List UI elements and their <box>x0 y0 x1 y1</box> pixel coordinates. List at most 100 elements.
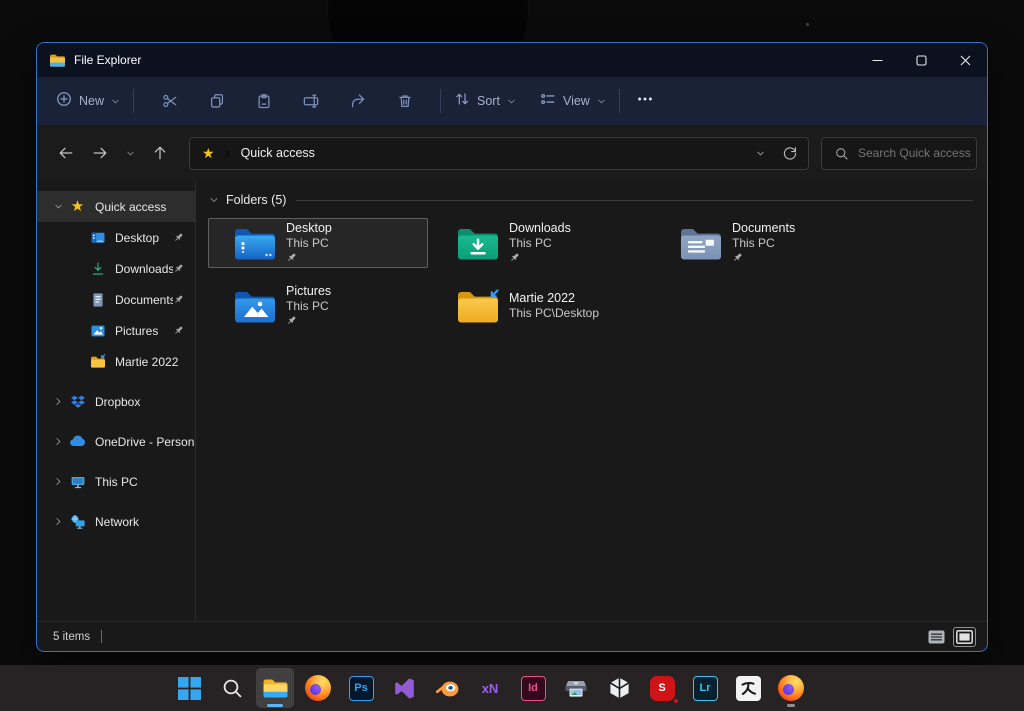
sidebar-item-this-pc[interactable]: This PC <box>37 466 195 497</box>
sort-button-label: Sort <box>477 94 500 108</box>
back-button[interactable] <box>57 144 75 162</box>
running-indicator <box>267 704 283 707</box>
taskbar-unity-button[interactable] <box>600 668 638 708</box>
rename-icon <box>302 92 320 110</box>
taskbar-lightroom-button[interactable]: Lr <box>686 668 724 708</box>
copy-button[interactable] <box>208 92 226 110</box>
quick-access-star-icon: ★ <box>202 146 215 160</box>
folder-tile-downloads[interactable]: DownloadsThis PC <box>431 218 651 268</box>
up-button[interactable] <box>151 144 169 162</box>
sidebar-item-network[interactable]: Network <box>37 506 195 537</box>
address-bar[interactable]: ★ Quick access <box>189 137 809 170</box>
taskbar-blender-button[interactable] <box>428 668 466 708</box>
document-icon <box>89 291 106 308</box>
pictures-icon <box>89 322 106 339</box>
titlebar[interactable]: File Explorer <box>37 43 987 77</box>
group-header[interactable]: Folders (5) <box>208 193 979 207</box>
breadcrumb-chevron-icon <box>222 148 233 159</box>
chevron-right-icon[interactable] <box>47 436 69 447</box>
address-row: ★ Quick access <box>37 125 987 181</box>
pin-icon <box>173 232 184 243</box>
substance-icon: S <box>650 676 675 701</box>
desktop-icon <box>89 229 106 246</box>
app-folder-icon <box>49 53 66 68</box>
cut-button[interactable] <box>161 92 179 110</box>
sidebar-item-documents[interactable]: Documents <box>37 284 195 315</box>
chevron-right-icon[interactable] <box>47 476 69 487</box>
sidebar-nav: ★Quick accessDesktopDownloads Documents Pi… <box>37 181 195 621</box>
breadcrumb[interactable]: Quick access <box>241 146 315 160</box>
file-explorer-icon <box>262 675 289 702</box>
chevron-down-icon[interactable] <box>47 201 69 212</box>
folder-tile-pictures[interactable]: PicturesThis PC <box>208 281 428 331</box>
paste-button[interactable] <box>255 92 273 110</box>
scanner-icon <box>563 675 589 701</box>
folder-tile-documents[interactable]: DocumentsThis PC <box>654 218 874 268</box>
sidebar-item-dropbox[interactable]: Dropbox <box>37 386 195 417</box>
pin-icon <box>173 294 184 305</box>
view-button-label: View <box>563 94 590 108</box>
chevron-right-icon[interactable] <box>47 396 69 407</box>
chevron-right-icon[interactable] <box>47 516 69 527</box>
folder-tile-martie-2022[interactable]: Martie 2022This PC\Desktop <box>431 281 651 331</box>
taskbar-visual-studio-button[interactable] <box>385 668 423 708</box>
sidebar-item-downloads[interactable]: Downloads <box>37 253 195 284</box>
taskbar-indesign-button[interactable]: Id <box>514 668 552 708</box>
taskbar-zbrush-button[interactable] <box>729 668 767 708</box>
sidebar-item-martie-2022[interactable]: Martie 2022 <box>37 346 195 377</box>
folder-name: Documents <box>732 221 795 236</box>
folder-tile-desktop[interactable]: DesktopThis PC <box>208 218 428 268</box>
see-more-button[interactable] <box>636 90 654 113</box>
sort-button[interactable]: Sort <box>453 90 517 113</box>
details-view-button[interactable] <box>926 628 947 646</box>
taskbar-scanner-button[interactable] <box>557 668 595 708</box>
rename-button[interactable] <box>302 92 320 110</box>
desktop-background: File Explorer New <box>0 0 1024 711</box>
taskbar-firefox-button[interactable] <box>299 668 337 708</box>
taskbar-file-explorer-button[interactable] <box>256 668 294 708</box>
folder-name: Martie 2022 <box>509 291 599 306</box>
refresh-button[interactable] <box>782 145 798 161</box>
folder-location: This PC <box>509 236 571 251</box>
taskbar-apps: Ps xNId S Lr <box>170 668 810 708</box>
folder-location: This PC <box>286 299 331 314</box>
sidebar-item-desktop[interactable]: Desktop <box>37 222 195 253</box>
maximize-button[interactable] <box>899 43 943 77</box>
group-collapse-chevron-icon[interactable] <box>208 194 220 206</box>
forward-button[interactable] <box>91 144 109 162</box>
dropbox-icon <box>69 393 86 410</box>
taskbar-xnview-button[interactable]: xN <box>471 668 509 708</box>
photoshop-icon: Ps <box>349 676 374 701</box>
taskbar-search-button[interactable] <box>213 668 251 708</box>
sidebar-item-label: Documents <box>115 293 173 307</box>
minimize-button[interactable] <box>855 43 899 77</box>
running-indicator <box>787 704 795 707</box>
sidebar-item-quick-access[interactable]: ★Quick access <box>37 191 195 222</box>
new-button[interactable]: New <box>55 90 121 113</box>
view-button[interactable]: View <box>539 90 607 113</box>
folder-location: This PC <box>732 236 795 251</box>
search-input[interactable] <box>858 146 976 160</box>
chevron-down-icon <box>110 96 121 107</box>
sidebar-item-pictures[interactable]: Pictures <box>37 315 195 346</box>
unity-icon <box>607 676 632 701</box>
large-icons-view-button[interactable] <box>954 628 975 646</box>
download-icon <box>89 260 106 277</box>
folder-view: Folders (5) DesktopThis PC DownloadsThis… <box>196 181 987 621</box>
delete-button[interactable] <box>396 92 414 110</box>
close-button[interactable] <box>943 43 987 77</box>
visual-studio-icon <box>392 676 417 701</box>
recent-locations-chevron[interactable] <box>123 144 137 162</box>
folder-shortcut-icon <box>89 353 106 370</box>
sidebar-item-label: Quick access <box>95 200 166 214</box>
sidebar-item-onedrive-personal[interactable]: OneDrive - Personal <box>37 426 195 457</box>
address-dropdown-chevron[interactable] <box>755 148 766 159</box>
share-button[interactable] <box>349 92 367 110</box>
taskbar-substance-button[interactable]: S <box>643 668 681 708</box>
taskbar-firefox-2-button[interactable] <box>772 668 810 708</box>
search-box[interactable] <box>821 137 977 170</box>
folder-name: Pictures <box>286 284 331 299</box>
taskbar-photoshop-button[interactable]: Ps <box>342 668 380 708</box>
taskbar-start-button[interactable] <box>170 668 208 708</box>
command-toolbar: New Sort View <box>37 77 987 125</box>
